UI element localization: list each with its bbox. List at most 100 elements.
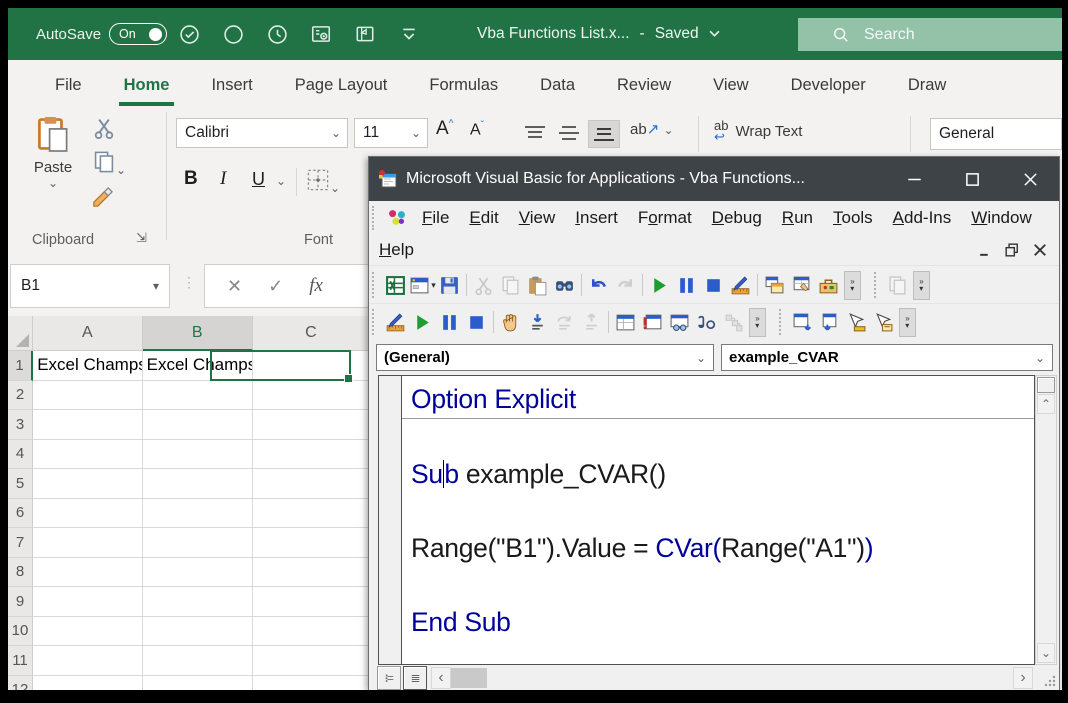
project-explorer-icon[interactable] [761, 272, 788, 299]
cell-B2[interactable] [143, 381, 253, 411]
mdi-close-icon[interactable] [1033, 243, 1047, 257]
tab-home[interactable]: Home [103, 67, 191, 106]
code-line-1[interactable]: Option Explicit [402, 381, 1034, 419]
insert-function-button[interactable]: fx [309, 275, 323, 297]
cell-B9[interactable] [143, 587, 253, 617]
tab-review[interactable]: Review [596, 67, 692, 106]
cell-B8[interactable] [143, 558, 253, 588]
comment-block-icon[interactable] [789, 309, 816, 336]
orientation-button[interactable]: ab↗ ⌄ [630, 120, 674, 138]
row-header-1[interactable]: 1 [8, 351, 33, 381]
cell-B10[interactable] [143, 617, 253, 647]
indent-icon[interactable] [843, 309, 870, 336]
toolbar-grip[interactable] [874, 272, 880, 299]
scroll-left-arrow[interactable]: ‹ [431, 667, 451, 689]
menu-view[interactable]: View [509, 204, 566, 231]
column-header-b[interactable]: B [143, 316, 253, 351]
cell-A2[interactable] [33, 381, 143, 411]
mdi-minimize-icon[interactable] [978, 244, 991, 257]
check-circle-icon[interactable] [167, 17, 211, 51]
menu-add-ins[interactable]: Add-Ins [883, 204, 962, 231]
tab-data[interactable]: Data [519, 67, 596, 106]
row-header-6[interactable]: 6 [8, 499, 33, 529]
code-line-4[interactable] [402, 493, 1034, 530]
row-header-3[interactable]: 3 [8, 410, 33, 440]
design-mode-icon[interactable] [727, 272, 754, 299]
cell-A8[interactable] [33, 558, 143, 588]
row-header-11[interactable]: 11 [8, 646, 33, 676]
column-header-c[interactable]: C [253, 316, 370, 351]
cell-A6[interactable] [33, 499, 143, 529]
menu-format[interactable]: Format [628, 204, 702, 231]
underline-button[interactable]: U [252, 169, 265, 190]
close-button[interactable] [1001, 157, 1059, 201]
quick-watch-icon[interactable] [693, 309, 720, 336]
formula-bar-splitter[interactable]: ⋮ [182, 274, 195, 291]
toolbar-grip[interactable] [372, 272, 378, 299]
toggle-breakpoint-icon[interactable] [497, 309, 524, 336]
name-box[interactable]: B1 ▾ [10, 264, 170, 308]
scroll-up-arrow[interactable]: ⌃ [1037, 394, 1055, 414]
clipboard-dialog-launcher[interactable]: ⇲ [136, 230, 147, 246]
circle-icon[interactable] [211, 17, 255, 51]
cell-C12[interactable] [253, 676, 370, 691]
borders-button[interactable]: ⌄ [306, 168, 340, 197]
name-box-chevron[interactable]: ▾ [153, 279, 159, 293]
run-sub-icon[interactable] [409, 309, 436, 336]
wrap-text-button[interactable]: ab↩ Wrap Text [714, 120, 802, 142]
minimize-button[interactable] [885, 157, 943, 201]
cell-C5[interactable] [253, 469, 370, 499]
document-title-group[interactable]: Vba Functions List.x... - Saved [477, 25, 720, 43]
row-header-2[interactable]: 2 [8, 381, 33, 411]
uncomment-block-icon[interactable] [816, 309, 843, 336]
cell-C6[interactable] [253, 499, 370, 529]
cancel-button[interactable]: ✕ [227, 276, 242, 297]
cell-B4[interactable] [143, 440, 253, 470]
select-all-corner[interactable] [8, 316, 33, 351]
insert-userform-icon[interactable]: ▾ [409, 272, 436, 299]
cell-C2[interactable] [253, 381, 370, 411]
paste-button[interactable]: Paste ⌄ [28, 114, 78, 190]
tab-file[interactable]: File [34, 67, 103, 106]
cell-A4[interactable] [33, 440, 143, 470]
cell-A3[interactable] [33, 410, 143, 440]
toolbar-overflow-chevron[interactable]: »▾ [899, 308, 916, 337]
locals-window-icon[interactable] [612, 309, 639, 336]
find-icon[interactable] [551, 272, 578, 299]
fill-handle[interactable] [344, 374, 353, 383]
cell-B12[interactable] [143, 676, 253, 691]
cell-A7[interactable] [33, 528, 143, 558]
maximize-button[interactable] [943, 157, 1001, 201]
call-stack-icon[interactable] [720, 309, 747, 336]
tab-draw[interactable]: Draw [887, 67, 968, 106]
object-browser-icon[interactable] [815, 272, 842, 299]
toolbar-overflow-chevron[interactable]: »▾ [749, 308, 766, 337]
customize-qat-chevron-icon[interactable] [387, 17, 431, 51]
row-header-5[interactable]: 5 [8, 469, 33, 499]
full-module-view-button[interactable]: ≣ [403, 666, 427, 690]
row-header-8[interactable]: 8 [8, 558, 33, 588]
outdent-icon[interactable] [870, 309, 897, 336]
watch-window-icon[interactable] [666, 309, 693, 336]
scroll-right-arrow[interactable]: › [1013, 667, 1033, 689]
cut-icon[interactable] [470, 272, 497, 299]
italic-button[interactable]: I [220, 168, 226, 190]
run-sub-icon[interactable] [646, 272, 673, 299]
cell-A5[interactable] [33, 469, 143, 499]
object-dropdown[interactable]: (General)⌄ [376, 344, 714, 371]
code-line-5[interactable]: Range("B1").Value = CVar(Range("A1")) [402, 530, 1034, 567]
column-header-a[interactable]: A [33, 316, 142, 351]
menu-insert[interactable]: Insert [565, 204, 628, 231]
split-box[interactable] [1037, 377, 1055, 393]
copy-icon[interactable] [497, 272, 524, 299]
search-box[interactable]: Search [798, 18, 1062, 51]
scroll-down-arrow[interactable]: ⌄ [1037, 643, 1055, 663]
sheet-view-icon[interactable] [299, 17, 343, 51]
save-icon[interactable] [436, 272, 463, 299]
h-scroll-thumb[interactable] [451, 668, 487, 688]
menu-debug[interactable]: Debug [702, 204, 772, 231]
cell-B3[interactable] [143, 410, 253, 440]
code-line-7[interactable]: End Sub [402, 604, 1034, 641]
autosave-toggle[interactable]: AutoSave On [36, 23, 167, 45]
cell-B6[interactable] [143, 499, 253, 529]
